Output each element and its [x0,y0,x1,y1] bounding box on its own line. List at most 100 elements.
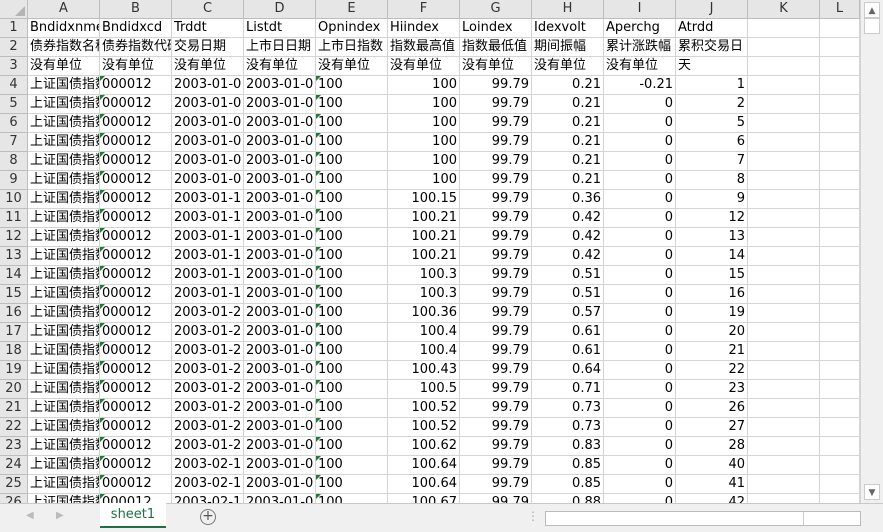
cell-D20[interactable]: 2003-01-0 [244,380,316,399]
cell-B23[interactable]: 000012 [100,437,172,456]
cell-C1[interactable]: Trddt [172,19,244,38]
cell-I23[interactable]: 0 [604,437,676,456]
cell-G24[interactable]: 99.79 [460,456,532,475]
cell-E6[interactable]: 100 [316,114,388,133]
cell-I19[interactable]: 0 [604,361,676,380]
cell-G16[interactable]: 99.79 [460,304,532,323]
cell-D24[interactable]: 2003-01-0 [244,456,316,475]
cell-B11[interactable]: 000012 [100,209,172,228]
cell-A13[interactable]: 上证国债指数 [28,247,100,266]
cell-G10[interactable]: 99.79 [460,190,532,209]
cell-E18[interactable]: 100 [316,342,388,361]
cell-D25[interactable]: 2003-01-0 [244,475,316,494]
cell-G5[interactable]: 99.79 [460,95,532,114]
cell-K25[interactable] [748,475,820,494]
cell-G25[interactable]: 99.79 [460,475,532,494]
cell-E15[interactable]: 100 [316,285,388,304]
cell-A4[interactable]: 上证国债指数 [28,76,100,95]
cell-F11[interactable]: 100.21 [388,209,460,228]
cell-A25[interactable]: 上证国债指数 [28,475,100,494]
cell-K15[interactable] [748,285,820,304]
cell-F9[interactable]: 100 [388,171,460,190]
cell-G6[interactable]: 99.79 [460,114,532,133]
cell-D15[interactable]: 2003-01-0 [244,285,316,304]
cell-L8[interactable] [820,152,860,171]
cell-I2[interactable]: 累计涨跌幅 [604,38,676,57]
cell-K5[interactable] [748,95,820,114]
cell-I5[interactable]: 0 [604,95,676,114]
cell-E11[interactable]: 100 [316,209,388,228]
cell-E23[interactable]: 100 [316,437,388,456]
cell-A6[interactable]: 上证国债指数 [28,114,100,133]
cell-E22[interactable]: 100 [316,418,388,437]
row-header-18[interactable]: 18 [0,342,28,361]
cell-D22[interactable]: 2003-01-0 [244,418,316,437]
cell-H6[interactable]: 0.21 [532,114,604,133]
cell-C13[interactable]: 2003-01-1 [172,247,244,266]
cell-H24[interactable]: 0.85 [532,456,604,475]
cell-J3[interactable]: 天 [676,57,748,76]
cell-F5[interactable]: 100 [388,95,460,114]
cell-A26[interactable]: 上证国债指数 [28,494,100,503]
cell-A15[interactable]: 上证国债指数 [28,285,100,304]
cell-K26[interactable] [748,494,820,503]
cell-B9[interactable]: 000012 [100,171,172,190]
row-header-5[interactable]: 5 [0,95,28,114]
cell-C6[interactable]: 2003-01-0 [172,114,244,133]
cell-K18[interactable] [748,342,820,361]
cell-H13[interactable]: 0.42 [532,247,604,266]
cell-A16[interactable]: 上证国债指数 [28,304,100,323]
cell-C24[interactable]: 2003-02-1 [172,456,244,475]
cell-I20[interactable]: 0 [604,380,676,399]
cell-C18[interactable]: 2003-01-2 [172,342,244,361]
cell-I25[interactable]: 0 [604,475,676,494]
next-sheet-icon[interactable]: ▶ [56,510,64,521]
cell-A2[interactable]: 债券指数名称 [28,38,100,57]
cell-B18[interactable]: 000012 [100,342,172,361]
column-header-L[interactable]: L [820,0,860,19]
column-header-G[interactable]: G [460,0,532,19]
cell-K16[interactable] [748,304,820,323]
cell-E10[interactable]: 100 [316,190,388,209]
cell-E8[interactable]: 100 [316,152,388,171]
cell-K11[interactable] [748,209,820,228]
cell-C20[interactable]: 2003-01-2 [172,380,244,399]
cell-L5[interactable] [820,95,860,114]
cell-D12[interactable]: 2003-01-0 [244,228,316,247]
cell-F15[interactable]: 100.3 [388,285,460,304]
cell-H18[interactable]: 0.61 [532,342,604,361]
cell-C4[interactable]: 2003-01-0 [172,76,244,95]
cell-C21[interactable]: 2003-01-2 [172,399,244,418]
cell-D16[interactable]: 2003-01-0 [244,304,316,323]
cell-I3[interactable]: 没有单位 [604,57,676,76]
cell-J10[interactable]: 9 [676,190,748,209]
cell-C26[interactable]: 2003-02-1 [172,494,244,503]
cell-K8[interactable] [748,152,820,171]
cell-F21[interactable]: 100.52 [388,399,460,418]
cell-H15[interactable]: 0.51 [532,285,604,304]
cell-H14[interactable]: 0.51 [532,266,604,285]
row-header-15[interactable]: 15 [0,285,28,304]
cell-K19[interactable] [748,361,820,380]
cell-C17[interactable]: 2003-01-2 [172,323,244,342]
cell-L16[interactable] [820,304,860,323]
cell-D26[interactable]: 2003-01-0 [244,494,316,503]
cell-B5[interactable]: 000012 [100,95,172,114]
cell-K23[interactable] [748,437,820,456]
row-header-22[interactable]: 22 [0,418,28,437]
cell-F26[interactable]: 100.67 [388,494,460,503]
cell-E17[interactable]: 100 [316,323,388,342]
cell-B24[interactable]: 000012 [100,456,172,475]
column-header-E[interactable]: E [316,0,388,19]
cell-G3[interactable]: 没有单位 [460,57,532,76]
cell-J5[interactable]: 2 [676,95,748,114]
cell-F18[interactable]: 100.4 [388,342,460,361]
cell-H10[interactable]: 0.36 [532,190,604,209]
cell-L6[interactable] [820,114,860,133]
cell-A11[interactable]: 上证国债指数 [28,209,100,228]
cell-B1[interactable]: Bndidxcd [100,19,172,38]
cell-K2[interactable] [748,38,820,57]
cell-E26[interactable]: 100 [316,494,388,503]
cell-H5[interactable]: 0.21 [532,95,604,114]
cell-F6[interactable]: 100 [388,114,460,133]
